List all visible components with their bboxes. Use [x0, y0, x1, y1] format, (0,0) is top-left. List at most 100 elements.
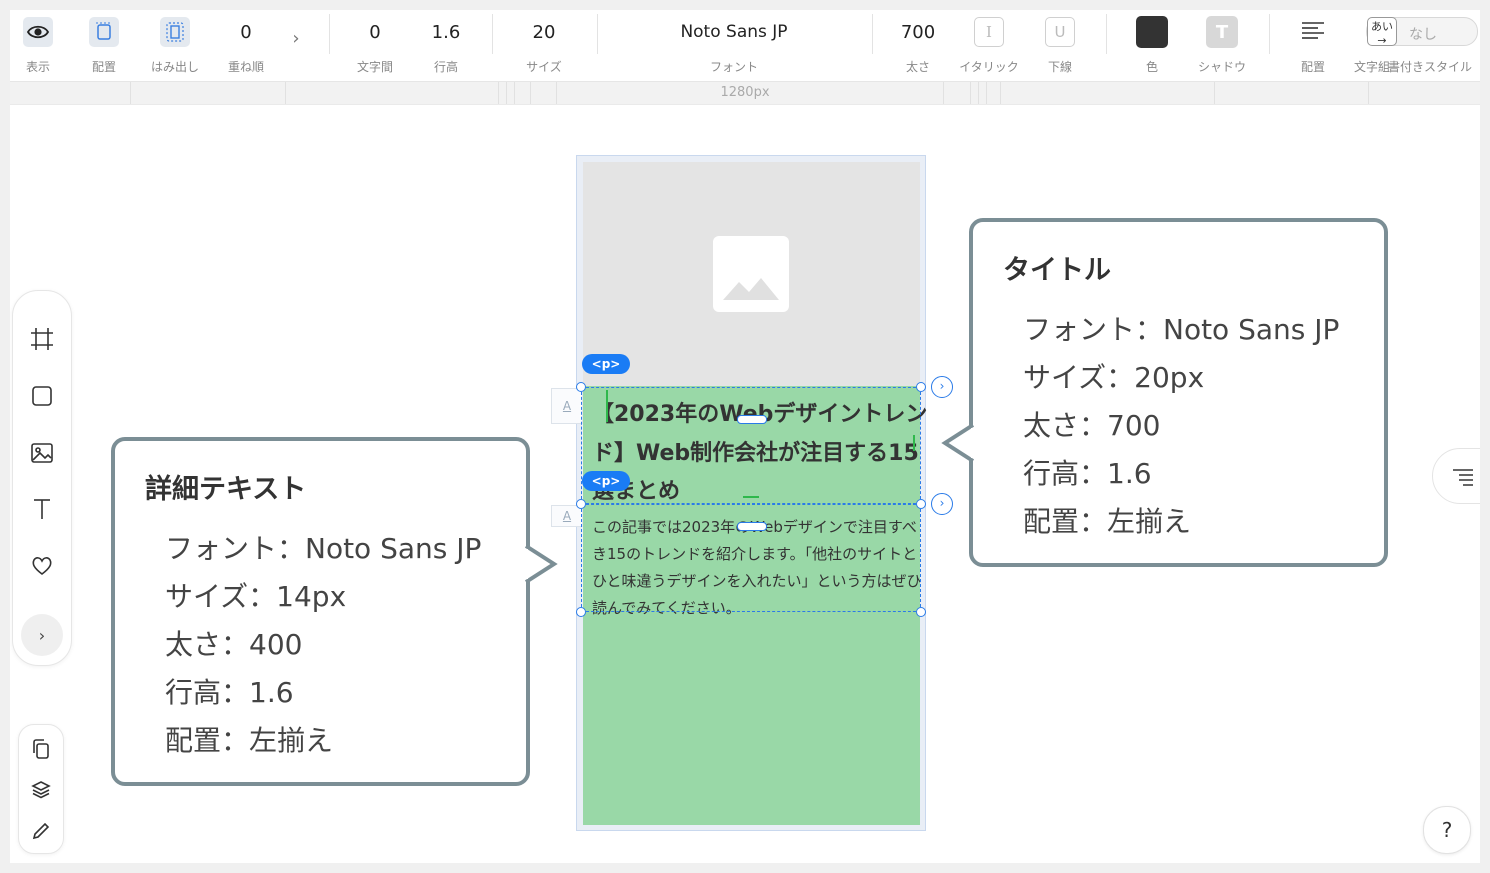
zorder-value[interactable]: 0: [230, 16, 262, 48]
callout-pointer: [524, 544, 558, 584]
align-left-icon: [1301, 21, 1325, 44]
title-element-tag[interactable]: <p>: [582, 354, 630, 374]
shadow-tool[interactable]: T シャドウ: [1198, 10, 1246, 81]
title-selection-box: [581, 387, 921, 504]
font-tool[interactable]: Noto Sans JP フォント: [650, 10, 818, 81]
text-tool[interactable]: [13, 489, 71, 529]
weight-label: 太さ: [905, 60, 930, 74]
frame-icon: [31, 328, 53, 350]
callout-size: サイズ：20px: [1023, 361, 1205, 394]
more-tools-button[interactable]: ›: [21, 614, 63, 656]
copy-icon: [33, 739, 49, 759]
font-label: フォント: [709, 60, 758, 74]
guide-line: [913, 435, 915, 451]
eye-icon: [23, 17, 53, 47]
resize-handle[interactable]: [916, 607, 926, 617]
layout-label: 配置: [91, 60, 116, 74]
guide-line: [606, 390, 608, 422]
overflow-tool[interactable]: はみ出し: [151, 10, 199, 81]
resize-handle[interactable]: [576, 499, 586, 509]
underline-tool[interactable]: U 下線: [1044, 10, 1076, 81]
size-value[interactable]: 20: [528, 16, 560, 48]
pencil-icon: [32, 822, 50, 840]
resize-handle[interactable]: [737, 522, 767, 531]
favorite-tool[interactable]: [13, 546, 71, 586]
frame-tool[interactable]: [13, 319, 71, 359]
width-ruler: 1280px: [10, 82, 1480, 105]
layers-icon: [31, 781, 51, 799]
shadow-icon: T: [1206, 16, 1238, 48]
next-element-arrow-icon[interactable]: ›: [931, 376, 953, 398]
editor-app: 表示 配置 はみ出し 0 重ね順 › 0 文字間 1.6 行高 20 サイズ N…: [10, 10, 1480, 863]
underline-label: 下線: [1047, 60, 1072, 74]
resize-handle[interactable]: [576, 607, 586, 617]
color-label: 色: [1145, 60, 1158, 74]
color-tool[interactable]: 色: [1136, 10, 1168, 81]
body-spec-callout: 詳細テキスト フォント：Noto Sans JP サイズ：14px 太さ：400…: [111, 437, 530, 786]
align-label: 配置: [1300, 60, 1325, 74]
help-button[interactable]: ?: [1423, 806, 1471, 854]
callout-align: 配置：左揃え: [165, 724, 334, 757]
resize-handle[interactable]: [916, 382, 926, 392]
guide-line: [743, 496, 759, 498]
ruler-width-label: 1280px: [720, 85, 770, 100]
underline-icon: U: [1045, 17, 1075, 47]
zorder-tool[interactable]: 0 重ね順: [228, 10, 264, 81]
rectangle-icon: [32, 386, 52, 406]
letter-spacing-tool[interactable]: 0 文字間: [357, 10, 393, 81]
weight-tool[interactable]: 700 太さ: [900, 10, 936, 81]
callout-weight: 太さ：400: [165, 628, 303, 661]
rectangle-tool[interactable]: [13, 376, 71, 416]
text-style-icon[interactable]: A: [551, 388, 583, 424]
letter-spacing-value[interactable]: 0: [359, 16, 391, 48]
layers-button[interactable]: [19, 769, 63, 809]
callout-line-height: 行高：1.6: [1023, 457, 1152, 490]
italic-icon: I: [974, 17, 1004, 47]
size-tool[interactable]: 20 サイズ: [526, 10, 562, 81]
panel-palette: [18, 724, 64, 854]
resize-handle[interactable]: [737, 415, 767, 424]
font-value[interactable]: Noto Sans JP: [650, 16, 818, 48]
image-placeholder-area[interactable]: [583, 162, 920, 386]
outline-panel-button[interactable]: [1432, 448, 1480, 504]
outline-icon: [1453, 469, 1473, 486]
image-placeholder-icon: [713, 236, 789, 312]
letter-spacing-label: 文字間: [356, 60, 393, 74]
layout-tool[interactable]: 配置: [88, 10, 120, 81]
callout-heading: タイトル: [1003, 255, 1111, 286]
line-height-value[interactable]: 1.6: [430, 16, 462, 48]
text-icon: [34, 499, 50, 519]
pages-button[interactable]: [19, 729, 63, 769]
style-select-value: なし: [1409, 27, 1437, 43]
color-swatch: [1136, 16, 1168, 48]
resize-handle[interactable]: [576, 382, 586, 392]
next-element-arrow-icon[interactable]: ›: [931, 493, 953, 515]
callout-size: サイズ：14px: [165, 580, 347, 613]
callout-font: フォント：Noto Sans JP: [165, 532, 482, 565]
view-tool[interactable]: 表示: [22, 10, 54, 81]
view-label: 表示: [25, 60, 50, 74]
overflow-label: はみ出し: [150, 60, 199, 74]
body-selection-box: [581, 504, 921, 612]
size-label: サイズ: [526, 60, 562, 74]
style-select[interactable]: あい → なし: [1366, 17, 1478, 47]
callout-font: フォント：Noto Sans JP: [1023, 313, 1340, 346]
style-label: 書付きスタイル: [1388, 60, 1473, 74]
expand-chevron[interactable]: ›: [286, 10, 306, 81]
layout-icon: [89, 17, 119, 47]
image-tool[interactable]: [13, 433, 71, 473]
callout-pointer: [941, 423, 975, 463]
style-toolbar: 表示 配置 はみ出し 0 重ね順 › 0 文字間 1.6 行高 20 サイズ N…: [10, 10, 1480, 82]
zorder-label: 重ね順: [227, 60, 264, 74]
chevron-right-icon: ›: [292, 27, 300, 49]
body-element-tag[interactable]: <p>: [582, 471, 630, 491]
resize-handle[interactable]: [916, 499, 926, 509]
edit-button[interactable]: [19, 811, 63, 851]
callout-heading: 詳細テキスト: [145, 474, 307, 505]
italic-tool[interactable]: I イタリック: [959, 10, 1019, 81]
writing-direction-icon: あい →: [1367, 17, 1397, 47]
weight-value[interactable]: 700: [900, 16, 936, 48]
shadow-label: シャドウ: [1197, 60, 1246, 74]
line-height-tool[interactable]: 1.6 行高: [430, 10, 462, 81]
text-align-tool[interactable]: 配置: [1297, 10, 1329, 81]
